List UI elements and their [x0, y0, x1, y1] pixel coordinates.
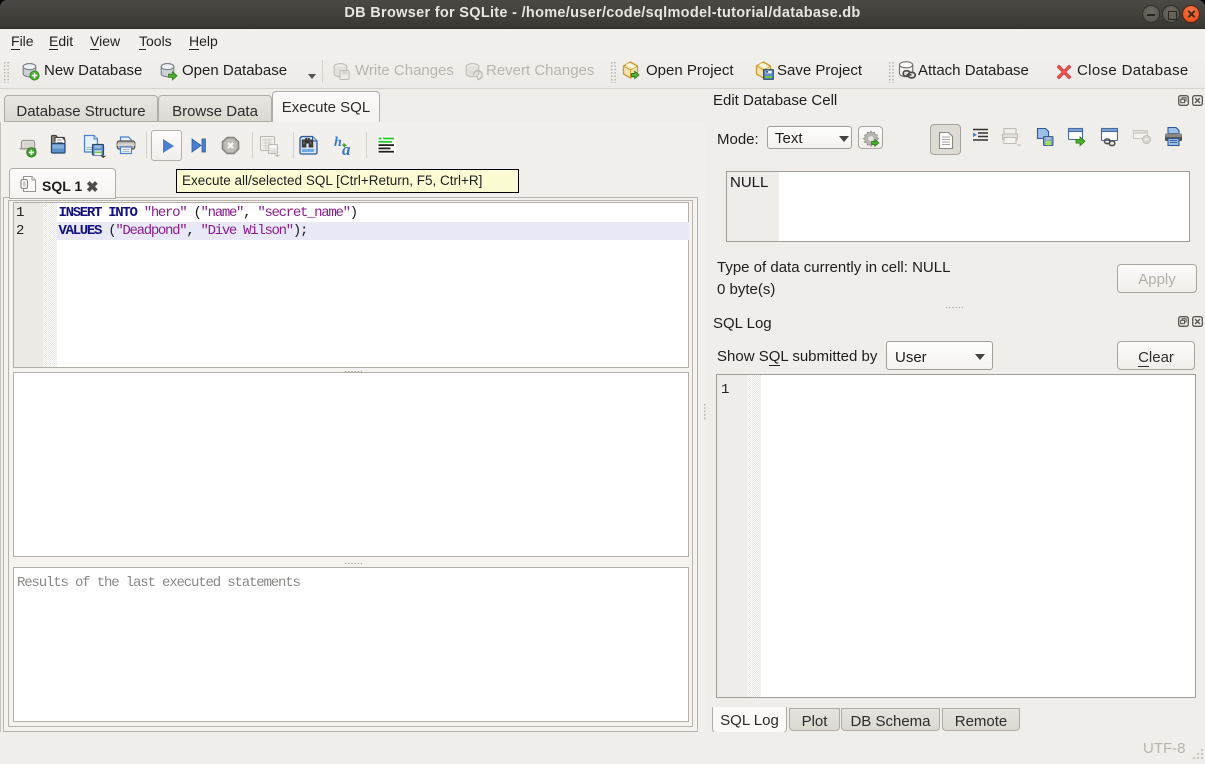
svg-text:a: a	[342, 140, 351, 156]
svg-text:h: h	[334, 135, 342, 150]
